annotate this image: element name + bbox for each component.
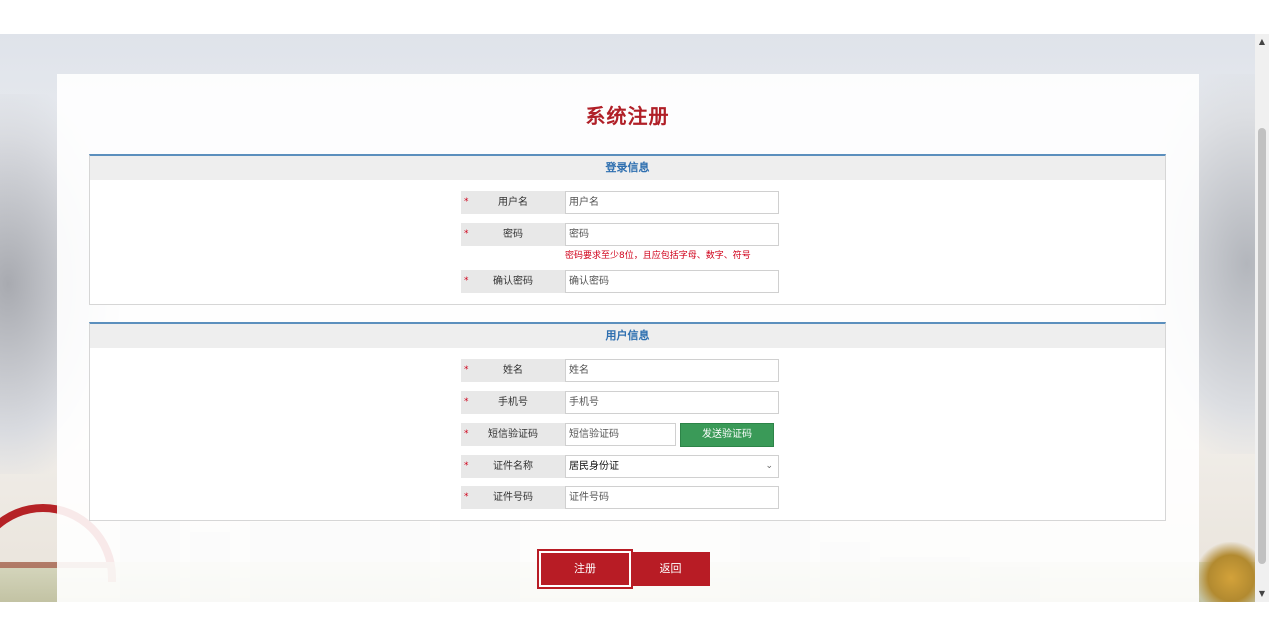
- password-hint: 密码要求至少8位，且应包括字母、数字、符号: [565, 251, 751, 261]
- scroll-up-icon[interactable]: ▲: [1255, 36, 1269, 48]
- name-label: * 姓名: [461, 359, 565, 382]
- send-sms-code-button[interactable]: 发送验证码: [680, 423, 774, 447]
- name-input[interactable]: [565, 359, 779, 382]
- register-button[interactable]: 注册: [541, 553, 629, 585]
- top-bar: [0, 0, 1255, 35]
- confirm-password-label: * 确认密码: [461, 270, 565, 293]
- phone-input[interactable]: [565, 391, 779, 414]
- id-type-select[interactable]: 居民身份证 ⌄: [565, 455, 779, 478]
- confirm-password-input[interactable]: [565, 270, 779, 293]
- username-label: * 用户名: [461, 191, 565, 214]
- section-heading-user: 用户信息: [90, 324, 1165, 348]
- password-label: * 密码: [461, 223, 565, 246]
- phone-label: * 手机号: [461, 391, 565, 414]
- id-type-value: 居民身份证: [569, 461, 619, 472]
- page-scrollbar[interactable]: ▲ ▼: [1255, 34, 1269, 602]
- chevron-down-icon: ⌄: [765, 461, 773, 471]
- sms-code-label: * 短信验证码: [461, 423, 565, 446]
- scroll-thumb[interactable]: [1258, 128, 1266, 564]
- section-heading-login: 登录信息: [90, 156, 1165, 180]
- autumn-tree: [1195, 542, 1255, 602]
- username-input[interactable]: [565, 191, 779, 214]
- password-input[interactable]: [565, 223, 779, 246]
- sms-code-input[interactable]: [565, 423, 676, 446]
- id-type-label: * 证件名称: [461, 455, 565, 478]
- back-button[interactable]: 返回: [631, 552, 710, 586]
- scroll-down-icon[interactable]: ▼: [1255, 588, 1269, 600]
- id-number-label: * 证件号码: [461, 486, 565, 509]
- page-title: 系统注册: [585, 104, 670, 128]
- id-number-input[interactable]: [565, 486, 779, 509]
